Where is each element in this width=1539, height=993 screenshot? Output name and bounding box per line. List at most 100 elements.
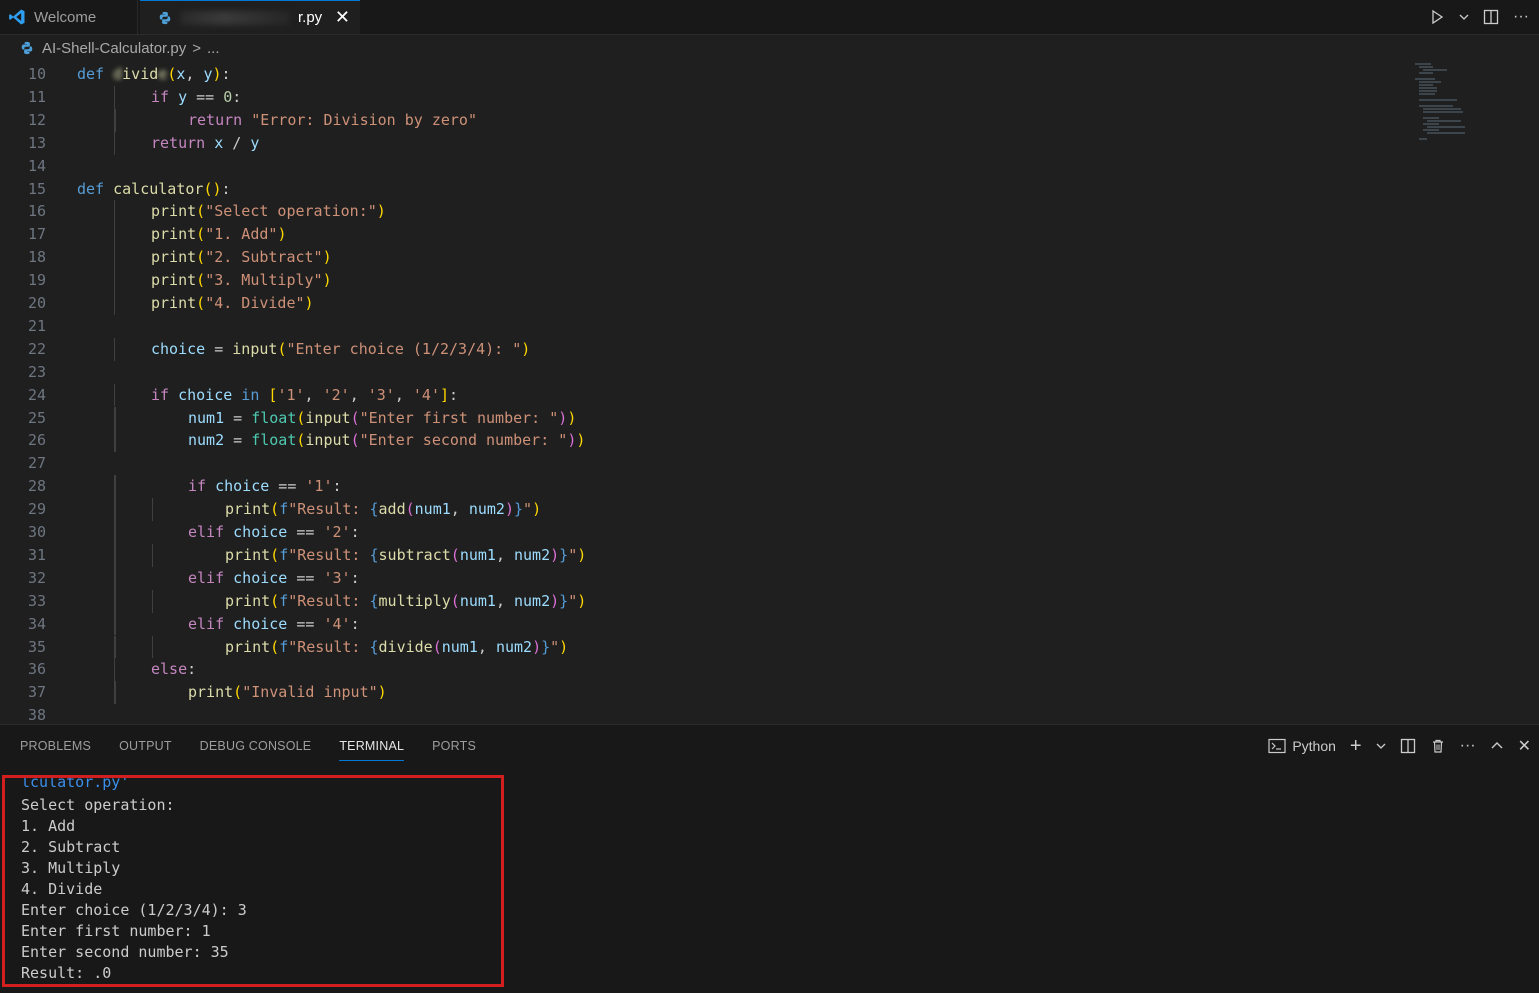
indent-guide: [152, 543, 153, 567]
code-token: '2': [322, 385, 350, 404]
code-token: :: [221, 179, 231, 198]
minimap[interactable]: [1413, 62, 1483, 142]
chevron-down-icon[interactable]: [1376, 741, 1386, 751]
code-token: (: [233, 683, 243, 702]
code-token: f: [279, 591, 289, 610]
code-text: print("Invalid input"): [188, 681, 387, 704]
maximize-panel-icon[interactable]: [1490, 739, 1504, 753]
split-editor-icon[interactable]: [1483, 9, 1499, 25]
code-token: ==: [269, 477, 306, 496]
code-token: choice: [178, 385, 233, 404]
more-actions-icon[interactable]: ···: [1513, 8, 1529, 26]
code-token: num1: [414, 500, 451, 519]
line-number: 26: [27, 431, 46, 450]
code-token: (: [270, 500, 280, 519]
code-line: 17 print("1. Add"): [0, 223, 1400, 247]
code-line: 13 return x / y: [0, 131, 1400, 155]
code-token: ==: [187, 87, 224, 106]
indent-guide: [114, 543, 116, 567]
indent-guide: [114, 566, 116, 590]
code-token: ): [521, 339, 531, 358]
code-token: (: [450, 545, 460, 564]
tab-label: Welcome: [34, 8, 97, 26]
code-token: "Enter second number: ": [359, 431, 568, 450]
code-token: (: [196, 248, 206, 267]
terminal-cursor: [439, 984, 447, 986]
close-panel-icon[interactable]: ✕: [1518, 736, 1531, 756]
line-number: 30: [27, 523, 46, 541]
terminal-line: Enter first number: 1: [21, 922, 211, 940]
code-token: num1: [459, 545, 496, 564]
tab-terminal[interactable]: TERMINAL: [339, 725, 404, 767]
code-token: ): [576, 431, 586, 450]
code-token: ): [504, 500, 514, 519]
chevron-down-icon[interactable]: [1459, 12, 1469, 22]
code-token: num1: [188, 408, 225, 427]
code-token: '3': [323, 568, 351, 587]
code-token: print: [225, 545, 271, 564]
code-token: ==: [287, 523, 324, 541]
editor-tab-bar: Welcome r.py ✕ ···: [0, 0, 1539, 35]
code-token: def: [77, 179, 114, 198]
code-token: :: [221, 65, 231, 83]
code-token: :: [350, 523, 360, 541]
line-number: 15: [27, 179, 46, 198]
breadcrumb-file[interactable]: AI-Shell-Calculator.py: [42, 40, 186, 57]
indent-guide: [114, 589, 116, 613]
code-token: num2: [514, 545, 551, 564]
terminal-profile[interactable]: Python: [1268, 738, 1336, 754]
indent-guide: [114, 406, 116, 430]
code-text: elif choice == '4':: [188, 613, 360, 636]
line-number: 10: [27, 65, 46, 83]
code-token: (: [196, 202, 206, 221]
code-token: ): [532, 637, 542, 656]
code-token: =: [224, 408, 252, 427]
code-token: def: [77, 65, 114, 83]
code-token: (: [196, 271, 206, 290]
code-token: ): [277, 225, 287, 244]
code-token: "2. Subtract": [205, 248, 323, 267]
split-terminal-icon[interactable]: [1400, 738, 1416, 754]
code-token: subtract: [378, 545, 451, 564]
breadcrumb-symbols[interactable]: ...: [207, 40, 220, 57]
code-token: ,: [450, 500, 469, 519]
code-token: y: [178, 87, 188, 106]
code-token: print: [151, 294, 197, 312]
indent-guide: [114, 429, 116, 453]
line-number: 16: [27, 202, 46, 221]
line-number: 38: [27, 706, 46, 724]
code-editor[interactable]: 10 def divide(x, y): 11 if y == 0: 12 return …: [0, 62, 1539, 724]
line-number: 11: [27, 87, 46, 106]
tab-ports[interactable]: PORTS: [432, 725, 476, 767]
run-icon[interactable]: [1429, 9, 1445, 25]
terminal-output[interactable]: lculator.py' Select operation: 1. Add 2. S…: [2, 775, 504, 987]
code-token: '1': [305, 477, 333, 496]
code-token: if: [151, 87, 179, 106]
more-actions-icon[interactable]: ···: [1460, 737, 1476, 755]
tab-active-file[interactable]: r.py ✕: [140, 0, 360, 34]
code-token: '4': [412, 385, 440, 404]
close-icon[interactable]: ✕: [335, 7, 350, 28]
code-token: ,: [495, 545, 514, 564]
terminal-line: 4. Divide: [21, 880, 103, 898]
tab-welcome[interactable]: Welcome: [0, 0, 138, 34]
bottom-panel: PROBLEMS OUTPUT DEBUG CONSOLE TERMINAL P…: [0, 724, 1539, 993]
line-number: 31: [27, 545, 46, 564]
add-terminal-icon[interactable]: +: [1350, 735, 1362, 758]
code-token: ]: [440, 385, 450, 404]
indent-guide: [114, 108, 116, 132]
code-token: d: [113, 65, 123, 83]
tab-problems[interactable]: PROBLEMS: [20, 725, 91, 767]
code-token: else: [151, 660, 188, 679]
code-token: ": [568, 545, 578, 564]
code-token: (: [270, 637, 280, 656]
line-number: 18: [27, 248, 46, 267]
code-text: print("4. Divide"): [151, 292, 314, 315]
code-line: 33 print(f"Result: {multiply(num1, num2)}…: [0, 589, 1400, 613]
code-line: 11 if y == 0:: [0, 85, 1400, 109]
tab-debug-console[interactable]: DEBUG CONSOLE: [200, 725, 312, 767]
code-token: ==: [287, 568, 324, 587]
tab-output[interactable]: OUTPUT: [119, 725, 172, 767]
code-line: 34 elif choice == '4':: [0, 612, 1400, 636]
trash-icon[interactable]: [1430, 738, 1446, 754]
